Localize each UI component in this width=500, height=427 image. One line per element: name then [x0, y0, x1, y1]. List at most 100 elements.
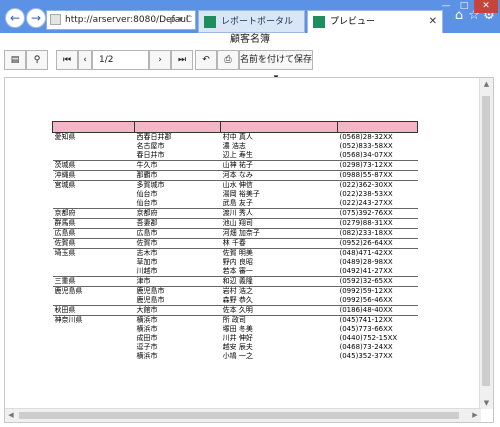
cell-phone: (0568)34-07XX — [339, 151, 393, 159]
table-row: 横浜市 塚田 冬美 (045)773-66XX — [53, 325, 418, 334]
print-button[interactable]: ⎙ — [217, 50, 239, 70]
tab-report-portal[interactable]: レポートポータル — [198, 10, 305, 33]
cell-city: 牛久市 — [134, 160, 221, 171]
page-number-input[interactable]: 1/2 — [92, 50, 149, 70]
previous-page-button[interactable]: ‹ — [78, 50, 92, 70]
cell-prefecture: 茨城県 — [52, 160, 135, 171]
cell-prefecture: 秋田県 — [52, 305, 135, 316]
cell-prefecture — [53, 343, 135, 352]
cell-city: 佐賀市 — [134, 238, 221, 249]
customer-table: 愛知県 西春日井郡 村中 真人 (0568)28-32XX 名古屋市濃 浩志 (052)8… — [51, 121, 418, 362]
tab-label: レポートポータル — [221, 17, 294, 27]
column-header-city — [134, 121, 222, 133]
table-row: 仙台市 武島 友子 (022)243-27XX — [53, 199, 418, 209]
cell-prefecture: 沖縄県 — [52, 170, 135, 181]
vertical-scrollbar[interactable]: ▲ ▼ — [479, 78, 493, 409]
cell-name: 河畑 加奈子 — [220, 228, 338, 239]
cell-name: 武島 友子 — [222, 199, 253, 207]
cell-city: 志木市 — [134, 248, 221, 258]
address-controls[interactable]: ρ ▾ C — [170, 11, 192, 29]
table-row: 草加市 野内 良昭 (0489)28-98XX — [53, 258, 418, 267]
cell-phone: (0440)752-15XX — [339, 334, 398, 342]
table-row: 成田市 川井 伸好 (0440)752-15XX — [53, 334, 418, 343]
cell-prefecture — [53, 325, 135, 334]
scroll-up-icon[interactable]: ▲ — [480, 78, 493, 90]
scroll-left-icon[interactable]: ◀ — [5, 409, 17, 422]
cell-city: 仙台市 — [136, 190, 158, 198]
address-bar[interactable]: http://arserver:8080/Defaul ρ ▾ C — [46, 10, 196, 30]
cell-prefecture: 広島県 — [52, 228, 135, 239]
cell-phone: (082)233-18XX — [337, 228, 418, 239]
cell-name: 濃 浩志 — [222, 142, 246, 150]
cell-name: 山水 伸信 — [220, 180, 338, 190]
close-tab-icon[interactable]: ✕ — [429, 11, 437, 33]
cell-name: 池山 翔司 — [220, 218, 338, 229]
cell-phone: (045)773-66XX — [339, 325, 393, 333]
minimize-button[interactable]: — — [437, 0, 455, 13]
table-row: 群馬県 吾妻郡 池山 翔司 (0279)88-31XX — [52, 218, 418, 229]
close-window-button[interactable]: ✕ — [474, 0, 498, 13]
table-row: 埼玉県 志木市 佐賀 明美 (048)471-42XX — [52, 248, 418, 258]
table-row: 鹿児島市 森野 恭久 (0992)56-46XX — [53, 296, 418, 306]
cell-city: 鹿児島市 — [134, 286, 221, 296]
cell-phone: (045)741-12XX — [337, 315, 418, 325]
cell-phone: (0992)59-12XX — [337, 286, 418, 296]
cell-phone: (0298)73-12XX — [337, 160, 418, 171]
cell-phone: (0952)26-64XX — [337, 238, 418, 249]
scroll-down-icon[interactable]: ▼ — [480, 397, 493, 409]
cell-prefecture — [53, 352, 135, 361]
table-row: 宮城県 多賀城市 山水 伸信 (022)362-30XX — [52, 180, 418, 190]
cell-phone: (022)362-30XX — [337, 180, 418, 190]
cell-city: 逗子市 — [136, 343, 158, 351]
save-as-button[interactable]: 名前を付けて保存▾ — [239, 50, 313, 83]
sidebar-icon: ▤ — [10, 55, 20, 65]
cell-phone: (075)392-76XX — [337, 208, 418, 219]
print-icon: ⎙ — [224, 55, 232, 65]
report-viewer[interactable]: 愛知県 西春日井郡 村中 真人 (0568)28-32XX 名古屋市濃 浩志 (052)8… — [4, 77, 494, 423]
table-row: 茨城県 牛久市 山神 祐子 (0298)73-12XX — [52, 160, 418, 171]
cell-prefecture: 三重県 — [52, 276, 135, 287]
cell-city: 京都府 — [134, 208, 221, 219]
horizontal-scroll-thumb[interactable] — [19, 412, 459, 419]
table-row: 沖縄県 那覇市 河本 なみ (0988)55-87XX — [52, 170, 418, 181]
cell-prefecture — [53, 190, 135, 199]
cell-name: 湯岡 裕美子 — [222, 190, 260, 198]
first-page-button[interactable]: ⏮ — [56, 50, 78, 70]
table-body: 愛知県 西春日井郡 村中 真人 (0568)28-32XX 名古屋市濃 浩志 (052)8… — [52, 132, 418, 362]
toggle-sidebar-button[interactable]: ▤ — [4, 50, 26, 70]
cell-prefecture: 神奈川県 — [52, 315, 135, 325]
cell-name: 渡川 秀人 — [220, 208, 338, 219]
next-page-icon: › — [158, 55, 162, 65]
back-button[interactable]: ← — [5, 8, 25, 28]
horizontal-scrollbar[interactable]: ◀ ▶ — [5, 408, 481, 422]
tab-preview[interactable]: プレビュー ✕ — [307, 10, 443, 33]
cell-phone: (022)238-53XX — [339, 190, 393, 198]
last-page-button[interactable]: ⏭ — [171, 50, 193, 70]
next-page-button[interactable]: › — [149, 50, 171, 70]
search-button[interactable]: ⚲ — [26, 50, 48, 70]
column-header-name — [220, 121, 338, 133]
scroll-right-icon[interactable]: ▶ — [469, 409, 481, 422]
cell-prefecture: 宮城県 — [52, 180, 135, 190]
cell-phone: (048)471-42XX — [337, 248, 418, 258]
cell-prefecture — [53, 151, 135, 161]
cell-prefecture: 愛知県 — [52, 132, 135, 142]
forward-button[interactable]: → — [26, 8, 46, 28]
table-row: 広島県 広島市 河畑 加奈子 (082)233-18XX — [52, 228, 418, 239]
viewer-toolbar: ▤ ⚲ ⏮ ‹ 1/2 › ⏭ ↶ ⎙ 名前を付けて保存▾ — [4, 50, 494, 83]
cell-name: 若本 審一 — [222, 267, 253, 275]
vertical-scroll-thumb[interactable] — [482, 96, 490, 386]
cell-prefecture — [53, 258, 135, 267]
table-row: 三重県 津市 和辺 義隆 (0592)32-65XX — [52, 276, 418, 287]
maximize-button[interactable]: □ — [455, 0, 473, 13]
tab-label: プレビュー — [330, 17, 376, 27]
cell-prefecture — [53, 267, 135, 277]
table-row: 春日井市 辺上 寿生 (0568)34-07XX — [53, 151, 418, 161]
cell-prefecture: 京都府 — [52, 208, 135, 219]
cell-prefecture — [53, 334, 135, 343]
cell-city: 春日井市 — [136, 151, 165, 159]
cell-phone: (0489)28-98XX — [339, 258, 393, 266]
back-to-parent-button[interactable]: ↶ — [195, 50, 217, 70]
cell-prefecture — [53, 199, 135, 209]
cell-name: 越安 辰夫 — [222, 343, 253, 351]
